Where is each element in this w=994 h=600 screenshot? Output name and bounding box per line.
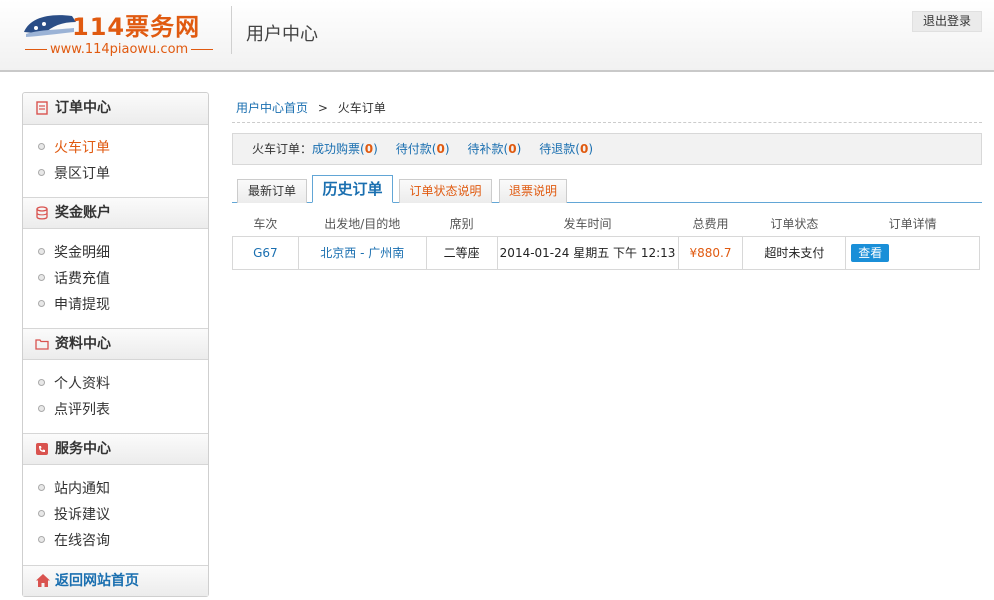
column-header: 订单详情 [888,217,937,232]
summary-count: 0 [508,142,517,156]
sidebar-item-notifications[interactable]: 站内通知 [38,480,110,498]
summary-label: 火车订单： [252,142,313,156]
sidebar: 订单中心 火车订单 景区订单 奖金账户 奖金明细 话费充值 申请提现 资料中心 … [22,92,209,597]
bullet-icon [38,274,45,281]
summary-link-label: 待退款 [539,142,576,156]
sidebar-section-service: 服务中心 [23,433,208,465]
sidebar-item-phone-recharge[interactable]: 话费充值 [38,270,110,288]
summary-count: 0 [436,142,445,156]
tab-latest-orders[interactable]: 最新订单 [237,179,307,203]
bullet-icon [38,405,45,412]
sidebar-item-train-orders[interactable]: 火车订单 [38,139,110,157]
order-summary-bar: 火车订单：成功购票(0) 待付款(0) 待补款(0) 待退款(0) [232,133,982,165]
bullet-icon [38,536,45,543]
sidebar-section-orders: 订单中心 [23,93,208,125]
summary-link-label: 成功购票 [312,142,361,156]
departure-time: 2014-01-24 星期五 下午 12:13 [496,235,679,270]
sidebar-item-scenic-orders[interactable]: 景区订单 [38,165,110,183]
sidebar-section-title: 订单中心 [55,100,111,116]
sidebar-section-profile: 资料中心 [23,328,208,360]
sidebar-section-title: 服务中心 [55,441,111,457]
sidebar-item-personal-info[interactable]: 个人资料 [38,375,110,393]
sidebar-item-label: 景区订单 [54,166,110,182]
summary-link-label: 待补款 [467,142,504,156]
folder-icon [35,339,49,350]
breadcrumb-current: 火车订单 [337,101,386,115]
header: 114票务网 www.114piaowu.com 用户中心 退出登录 [0,0,994,72]
sidebar-item-bonus-details[interactable]: 奖金明细 [38,244,110,262]
back-to-home-link[interactable]: 返回网站首页 [23,565,208,596]
sidebar-item-online-consult[interactable]: 在线咨询 [38,532,110,550]
sidebar-item-label: 话费充值 [54,271,110,287]
breadcrumb-separator: > [317,101,328,115]
tab-refund-explanation[interactable]: 退票说明 [499,179,567,203]
summary-link-label: 待付款 [395,142,432,156]
train-logo-icon [24,15,76,37]
sidebar-item-label: 个人资料 [54,376,110,392]
breadcrumb: 用户中心首页 > 火车订单 [236,99,386,116]
column-header: 席别 [449,217,474,232]
summary-link-pending-supplement[interactable]: 待补款(0) [468,142,522,156]
column-header: 车次 [253,217,278,232]
sidebar-section-bonus: 奖金账户 [23,197,208,229]
column-header: 发车时间 [563,217,612,232]
header-divider [231,6,232,54]
breadcrumb-divider [232,122,982,123]
seat-class: 二等座 [425,235,498,270]
summary-link-pending-refund[interactable]: 待退款(0) [539,142,593,156]
tab-status-explanation[interactable]: 订单状态说明 [399,179,492,203]
bullet-icon [38,484,45,491]
sidebar-item-complaints[interactable]: 投诉建议 [38,506,110,524]
home-icon [36,574,50,587]
sidebar-item-label: 点评列表 [54,402,110,418]
sidebar-item-label: 奖金明细 [54,245,110,261]
logout-button[interactable]: 退出登录 [912,11,982,32]
bullet-icon [38,169,45,176]
sidebar-section-title: 资料中心 [55,336,111,352]
order-icon [36,101,48,115]
coins-icon [36,206,48,220]
bullet-icon [38,248,45,255]
summary-link-pending-payment[interactable]: 待付款(0) [396,142,450,156]
column-header: 订单状态 [770,217,819,232]
site-logo[interactable]: 114票务网 www.114piaowu.com [22,6,212,62]
sidebar-section-title: 奖金账户 [55,205,111,221]
sidebar-item-label: 投诉建议 [54,507,110,523]
total-price: ¥880.7 [677,235,744,270]
route-link[interactable]: 北京西 - 广州南 [297,235,427,270]
order-detail-cell: 查看 [845,235,980,270]
bullet-icon [38,143,45,150]
summary-count: 0 [364,142,374,156]
orders-table: 车次 出发地/目的地 席别 发车时间 总费用 订单状态 订单详情 G67 北京西… [232,212,980,270]
service-icon [36,443,48,455]
tab-history-orders[interactable]: 历史订单 [312,175,393,203]
view-order-button[interactable]: 查看 [851,243,890,262]
bullet-icon [38,300,45,307]
sidebar-item-review-list[interactable]: 点评列表 [38,401,110,419]
sidebar-item-label: 站内通知 [54,481,110,497]
bullet-icon [38,510,45,517]
sidebar-item-withdraw[interactable]: 申请提现 [38,296,110,314]
train-number-link[interactable]: G67 [232,235,299,270]
summary-link-success[interactable]: 成功购票(0) [312,142,378,156]
bullet-icon [38,379,45,386]
sidebar-item-label: 火车订单 [54,140,110,156]
table-header-row: 车次 出发地/目的地 席别 发车时间 总费用 订单状态 订单详情 [233,212,980,236]
table-row: G67 北京西 - 广州南 二等座 2014-01-24 星期五 下午 12:1… [232,235,980,270]
logo-url: www.114piaowu.com [22,42,212,57]
page-title: 用户中心 [246,24,318,45]
sidebar-item-label: 在线咨询 [54,533,110,549]
breadcrumb-home-link[interactable]: 用户中心首页 [236,101,308,115]
column-header: 出发地/目的地 [324,217,401,232]
back-to-home-label: 返回网站首页 [55,573,139,589]
sidebar-item-label: 申请提现 [54,297,110,313]
order-status: 超时未支付 [742,235,847,270]
column-header: 总费用 [692,217,729,232]
logo-text: 114票务网 [72,13,201,41]
